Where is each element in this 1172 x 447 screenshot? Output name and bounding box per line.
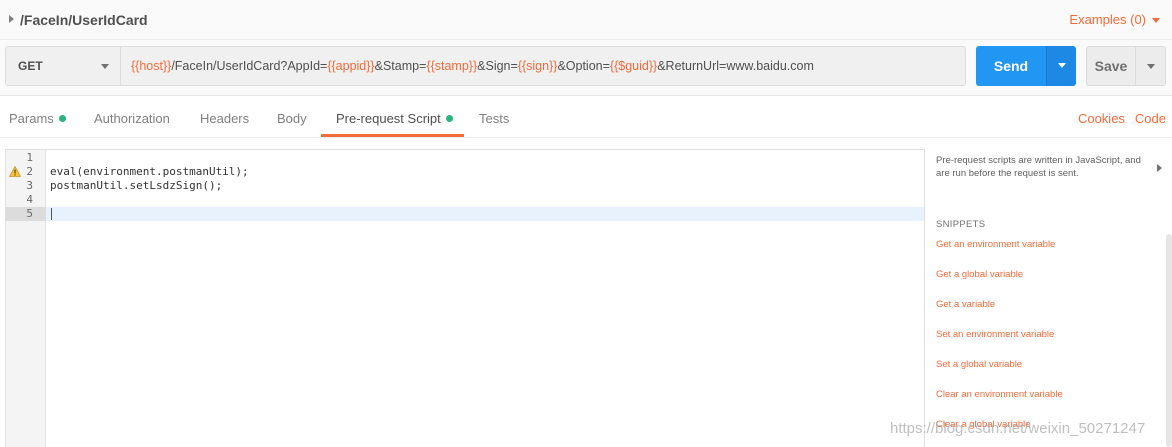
chevron-down-icon [101,64,109,69]
url-variable: {{sign}} [517,59,558,73]
line-number: 3 [26,179,33,192]
send-options-button[interactable] [1046,46,1076,86]
panel-scrollbar[interactable] [1166,234,1172,447]
examples-label: Examples (0) [1069,12,1146,27]
code-link[interactable]: Code [1135,111,1166,126]
tab-label: Body [277,111,307,126]
tab-label: Params [9,111,54,126]
snippet-link[interactable]: Set a global variable [936,359,1022,370]
code-line: 4 [6,193,924,207]
collapse-caret-icon[interactable] [9,15,14,23]
tab-pre-request-script[interactable]: Pre-request Script [336,111,453,126]
request-name[interactable]: /FaceIn/UserIdCard [20,12,148,28]
tab-headers[interactable]: Headers [200,111,249,126]
chevron-down-icon [1152,18,1160,23]
save-button[interactable]: Save [1086,46,1136,86]
url-variable: {{$guid}} [609,59,658,73]
tab-label: Tests [479,111,510,126]
send-button[interactable]: Send [976,46,1046,86]
tab-params[interactable]: Params [9,111,66,126]
tab-body[interactable]: Body [277,111,307,126]
method-select[interactable]: GET [5,46,121,86]
chevron-down-icon [1058,63,1066,68]
url-text: &ReturnUrl=www.baidu.com [657,59,814,73]
url-input[interactable]: {{host}}/FaceIn/UserIdCard?AppId={{appid… [121,46,966,86]
cookies-link[interactable]: Cookies [1078,111,1125,126]
status-dot-icon [445,115,453,122]
url-variable: {{appid}} [327,59,375,73]
url-text: &Option= [557,59,610,73]
code-line: 2 eval(environment.postmanUtil); [6,165,924,179]
line-number: 5 [26,207,33,220]
tab-label: Headers [200,111,250,126]
url-variable: {{stamp}} [426,59,478,73]
tab-authorization[interactable]: Authorization [94,111,170,126]
status-dot-icon [58,115,66,122]
tab-label: Authorization [94,111,170,126]
snippets-heading: SNIPPETS [936,219,986,230]
save-options-button[interactable] [1136,46,1166,86]
url-variable: {{host}} [131,59,172,73]
request-title-bar: /FaceIn/UserIdCard Examples (0) [0,0,1172,40]
panel-description: Pre-request scripts are written in JavaS… [936,155,1141,179]
url-bar: GET {{host}}/FaceIn/UserIdCard?AppId={{a… [0,40,1172,96]
method-label: GET [18,59,43,73]
chevron-down-icon [1147,64,1155,69]
code-line: 1 [6,151,924,165]
code-text: postmanUtil.setLsdzSign(); [50,179,223,192]
tab-label: Pre-request Script [336,111,441,126]
active-tab-indicator [321,134,464,137]
code-line: 3 postmanUtil.setLsdzSign(); [6,179,924,193]
script-editor[interactable]: 1 2 eval(environment.postmanUtil); 3 pos… [5,149,925,447]
examples-dropdown[interactable]: Examples (0) [1069,12,1160,27]
snippets-panel: Pre-request scripts are written in JavaS… [926,138,1172,447]
collapse-panel-icon[interactable] [1157,164,1162,172]
active-code-line: 5 [6,207,924,221]
url-text: &Sign= [477,59,518,73]
line-number: 4 [26,193,33,206]
request-tabs: Params Authorization Headers Body Pre-re… [0,97,1172,138]
snippet-link[interactable]: Get an environment variable [936,239,1055,250]
text-cursor [51,208,52,220]
snippet-link[interactable]: Clear an environment variable [936,389,1063,400]
watermark: https://blog.csdn.net/weixin_50271247 [890,420,1146,437]
tab-tests[interactable]: Tests [479,111,509,126]
url-text: /FaceIn/UserIdCard?AppId= [171,59,328,73]
right-links: Cookies Code [1078,111,1166,126]
snippet-link[interactable]: Get a variable [936,299,995,310]
snippet-link[interactable]: Set an environment variable [936,329,1054,340]
url-text: &Stamp= [374,59,427,73]
line-number: 1 [26,151,33,164]
snippet-link[interactable]: Get a global variable [936,269,1023,280]
code-text: eval(environment.postmanUtil); [50,165,249,178]
line-number: 2 [26,165,33,178]
